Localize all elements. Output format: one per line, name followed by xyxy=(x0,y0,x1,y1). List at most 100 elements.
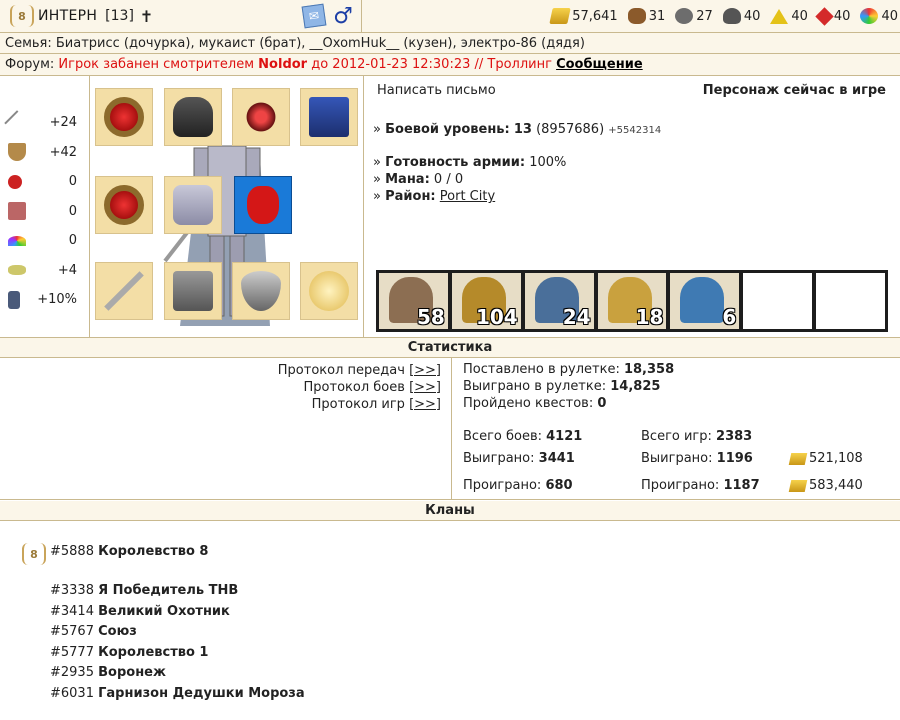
spellpower-icon xyxy=(8,174,22,189)
unit-count: 6 xyxy=(722,305,737,329)
ban-message-link[interactable]: Сообщение xyxy=(556,57,643,72)
stat-morale: +4 xyxy=(0,256,89,286)
slot-helmet[interactable] xyxy=(164,88,222,146)
slot-book[interactable] xyxy=(300,88,358,146)
roulette-won: Выиграно в рулетке: 14,825 xyxy=(463,379,660,394)
army-slot[interactable]: 18 xyxy=(597,273,667,329)
army-slot[interactable]: 24 xyxy=(524,273,594,329)
clan-id: #5767 xyxy=(50,624,94,639)
battles-lost: Проиграно: 680 xyxy=(463,478,573,493)
gems-icon xyxy=(860,8,879,24)
stat-label: Проиграно: xyxy=(641,478,720,493)
sword-icon xyxy=(104,271,144,311)
exp-to-next: +5542314 xyxy=(608,125,662,136)
roulette-bet: Поставлено в рулетке: 18,358 xyxy=(463,362,674,377)
army-ready-line: » Готовность армии: 100% xyxy=(373,155,566,170)
protocol-label: Протокол боев xyxy=(303,380,405,395)
army-ready-label: Готовность армии: xyxy=(385,155,526,170)
clan-item[interactable]: #6031 Гарнизон Дедушки Мороза xyxy=(50,686,305,701)
clan-name: Я Победитель ТНВ xyxy=(98,583,239,598)
protocol-link[interactable]: [>>] xyxy=(409,380,441,395)
army-slot-empty[interactable] xyxy=(816,273,886,329)
resource-value: 57,641 xyxy=(572,8,618,24)
knowledge-icon xyxy=(8,202,26,221)
send-mail-icon[interactable]: ✉ xyxy=(301,3,327,29)
defense-icon xyxy=(8,143,26,162)
clan-item[interactable]: #3338 Я Победитель ТНВ xyxy=(50,583,238,598)
games-won: Выиграно: 1196 xyxy=(641,451,753,466)
clan-8-icon[interactable]: 8 xyxy=(22,543,46,565)
clan-item[interactable]: #2935 Воронеж xyxy=(50,665,166,680)
slot-amulet[interactable] xyxy=(232,88,290,146)
clan-name: Королевство 1 xyxy=(98,645,209,660)
resource-value: 40 xyxy=(743,8,761,24)
slot-mount[interactable] xyxy=(300,262,358,320)
army-slot-empty[interactable] xyxy=(743,273,813,329)
slot-shield[interactable] xyxy=(232,262,290,320)
gift-bag-slot[interactable] xyxy=(234,176,292,234)
protocol-label: Протокол игр xyxy=(311,397,405,412)
slot-weapon[interactable] xyxy=(95,262,153,320)
statistics-header: Статистика xyxy=(0,338,900,358)
moderator-name[interactable]: Noldor xyxy=(258,57,307,72)
stat-value: 0 xyxy=(68,233,77,249)
stat-label: Выиграно: xyxy=(463,451,535,466)
gold-won: 521,108 xyxy=(788,451,863,466)
resource-value: 40 xyxy=(791,8,808,24)
clan-name: Королевство 8 xyxy=(98,544,209,559)
combat-level-value: 13 xyxy=(513,122,532,137)
forum-label: Форум: xyxy=(5,57,59,72)
gold-won-value: 521,108 xyxy=(809,451,863,466)
slot-ring-left[interactable] xyxy=(95,88,153,146)
gold-icon xyxy=(788,452,808,465)
clan-item-main[interactable]: #5888 Королевство 8 xyxy=(50,544,208,559)
mana-label: Мана: xyxy=(385,172,430,187)
stat-luck: 0 xyxy=(0,226,89,256)
stat-label: Всего игр: xyxy=(641,429,712,444)
male-icon: ♂ xyxy=(333,3,353,29)
morale-icon xyxy=(8,265,26,276)
write-letter-link[interactable]: Написать письмо xyxy=(377,83,496,98)
resource-gold: 57,641 xyxy=(549,8,618,24)
slot-ring-right[interactable] xyxy=(95,176,153,234)
stat-label: Выиграно в рулетке: xyxy=(463,379,607,394)
resource-value: 40 xyxy=(881,8,898,24)
protocol-link[interactable]: [>>] xyxy=(409,397,441,412)
family-line: Семья: Биатрисс (дочурка), мукаист (брат… xyxy=(0,33,900,54)
ring-icon xyxy=(104,185,144,225)
army-slot[interactable]: 104 xyxy=(451,273,521,329)
games-lost: Проиграно: 1187 xyxy=(641,478,760,493)
clan-item[interactable]: #3414 Великий Охотник xyxy=(50,604,230,619)
slot-boots[interactable] xyxy=(164,262,222,320)
ban-text-part: до 2012-01-23 12:30:23 // Троллинг xyxy=(307,57,557,72)
slot-armor[interactable] xyxy=(164,176,222,234)
clan-item[interactable]: #5767 Союз xyxy=(50,624,137,639)
resource-mercury: 40 xyxy=(722,8,761,24)
profile-header: 8 ИНТЕРН [13] ✝ ✉ ♂ 57,641 31 27 40 40 4… xyxy=(0,0,900,33)
games-total: Всего игр: 2383 xyxy=(641,429,752,444)
clans-header: Кланы xyxy=(0,501,900,521)
protocol-link[interactable]: [>>] xyxy=(409,363,441,378)
clan-item[interactable]: #5777 Королевство 1 xyxy=(50,645,208,660)
armor-icon xyxy=(173,185,213,225)
hero-stats: +24 +42 0 0 0 +4 +10% xyxy=(0,76,90,338)
army-slot[interactable]: 6 xyxy=(670,273,740,329)
army-slot[interactable]: 58 xyxy=(379,273,448,329)
player-name: ИНТЕРН xyxy=(38,8,98,24)
stat-label: Поставлено в рулетке: xyxy=(463,362,620,377)
stat-value: 18,358 xyxy=(623,362,675,377)
ring-icon xyxy=(104,97,144,137)
resource-value: 31 xyxy=(648,8,666,24)
resources-bar: 57,641 31 27 40 40 40 40 xyxy=(362,0,900,32)
clan-id: #5777 xyxy=(50,645,94,660)
initiative-icon xyxy=(8,290,20,309)
clan-8-icon[interactable]: 8 xyxy=(10,5,34,27)
stat-value: 0 xyxy=(68,174,77,190)
stat-spellpower: 0 xyxy=(0,167,89,197)
crystal-icon xyxy=(815,6,834,26)
stat-label: Всего боев: xyxy=(463,429,542,444)
resource-ore: 27 xyxy=(675,8,713,24)
bullet: » xyxy=(373,172,381,187)
gold-lost: 583,440 xyxy=(788,478,863,493)
district-link[interactable]: Port City xyxy=(440,189,495,204)
